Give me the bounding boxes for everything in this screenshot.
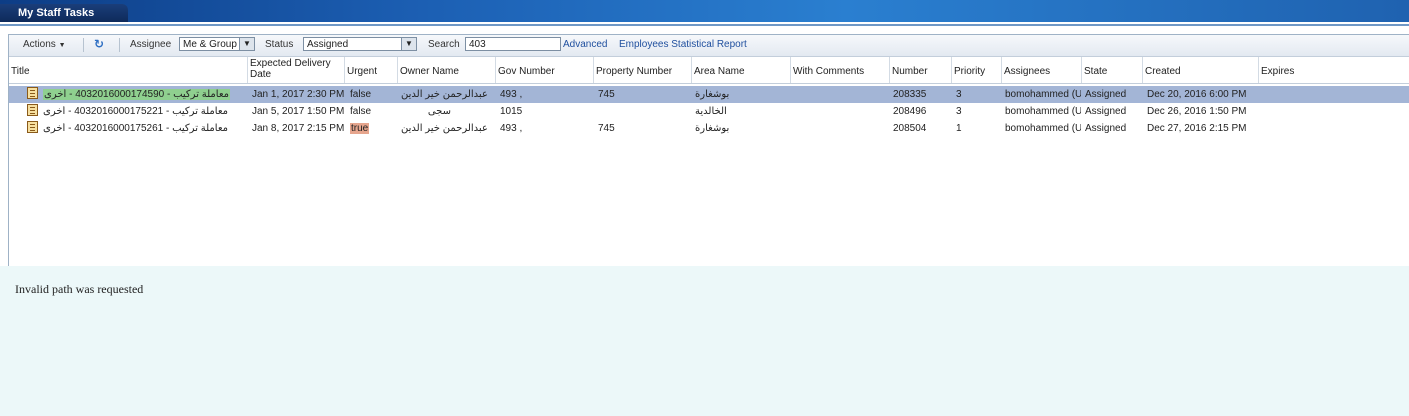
search-input[interactable]: 403 <box>465 37 561 51</box>
column-header-state[interactable]: State <box>1082 57 1143 83</box>
chevron-down-icon: ▼ <box>401 38 416 50</box>
status-label: Status <box>265 39 294 50</box>
cell-expected: Jan 5, 2017 1:50 PM <box>252 106 345 117</box>
cell-gov: 493 , <box>500 123 523 134</box>
cell-gov: 493 , <box>500 89 523 100</box>
cell-expected: Jan 1, 2017 2:30 PM <box>252 89 345 100</box>
refresh-icon[interactable]: ↻ <box>94 37 104 51</box>
cell-created: Dec 26, 2016 1:50 PM <box>1147 106 1247 117</box>
cell-created: Dec 20, 2016 6:00 PM <box>1147 89 1247 100</box>
cell-expected: Jan 8, 2017 2:15 PM <box>252 123 345 134</box>
cell-property: 745 <box>598 123 615 134</box>
assignee-select[interactable]: Me & Group ▼ <box>179 37 255 51</box>
cell-owner: عبدالرحمن خير الدين <box>401 123 488 134</box>
cell-title: معاملة تركيب - 4032016000175261 - أخرى <box>43 123 229 134</box>
cell-title: معاملة تركيب - 4032016000174590 - أخرى <box>43 89 231 100</box>
chevron-down-icon: ▼ <box>239 38 254 50</box>
cell-priority: 1 <box>956 123 962 134</box>
cell-number: 208504 <box>893 123 927 134</box>
task-list-panel: Actions ▼ ↻ Assignee Me & Group ▼ Status… <box>8 34 1409 267</box>
cell-number: 208335 <box>893 89 927 100</box>
task-icon <box>27 121 38 133</box>
column-header-gov-number[interactable]: Gov Number <box>496 57 594 83</box>
toolbar: Actions ▼ ↻ Assignee Me & Group ▼ Status… <box>9 35 1409 57</box>
cell-number: 208496 <box>893 106 927 117</box>
cell-area: بوشغارة <box>695 89 730 100</box>
cell-owner: سجى <box>427 106 451 117</box>
column-header-property-number[interactable]: Property Number <box>594 57 692 83</box>
actions-label: Actions <box>23 39 56 50</box>
toolbar-separator <box>83 38 84 52</box>
title-text: معاملة تركيب - 4032016000174590 - أخرى <box>43 89 231 100</box>
chevron-down-icon: ▼ <box>58 42 66 49</box>
task-icon <box>27 104 38 116</box>
toolbar-separator <box>119 38 120 52</box>
assignee-label: Assignee <box>130 39 172 50</box>
cell-property: 745 <box>598 89 615 100</box>
cell-area: بوشغارة <box>695 123 730 134</box>
actions-menu[interactable]: Actions ▼ <box>23 39 66 50</box>
cell-state: Assigned <box>1085 89 1127 100</box>
tab-title: My Staff Tasks <box>18 7 95 19</box>
search-label: Search <box>428 39 460 50</box>
table-header: Title Expected Delivery Date Urgent Owne… <box>9 57 1409 84</box>
column-header-expected-line1: Expected Delivery <box>250 58 331 69</box>
cell-area: الخالدية <box>695 106 727 117</box>
urgent-true-badge: true <box>350 123 370 134</box>
column-header-urgent[interactable]: Urgent <box>345 57 398 83</box>
cell-gov: 1015 <box>500 106 523 117</box>
advanced-link[interactable]: Advanced <box>563 39 607 50</box>
assignee-value: Me & Group <box>183 39 237 50</box>
column-header-expires[interactable]: Expires <box>1259 57 1409 83</box>
column-header-area-name[interactable]: Area Name <box>692 57 791 83</box>
cell-urgent: false <box>350 106 372 117</box>
column-header-created[interactable]: Created <box>1143 57 1259 83</box>
cell-priority: 3 <box>956 106 962 117</box>
tab-my-staff-tasks[interactable]: My Staff Tasks <box>0 4 128 22</box>
cell-assignees: bomohammed (U <box>1005 106 1081 117</box>
cell-urgent: true <box>350 123 370 134</box>
top-header-band <box>0 0 1409 22</box>
cell-title: معاملة تركيب - 4032016000175221 - أخرى <box>43 106 229 117</box>
table-row[interactable]: معاملة تركيب - 4032016000174590 - أخرى J… <box>9 86 1409 103</box>
column-header-expected-line2: Date <box>250 69 272 80</box>
status-select[interactable]: Assigned ▼ <box>303 37 417 51</box>
employees-statistical-report-link[interactable]: Employees Statistical Report <box>619 39 747 50</box>
cell-created: Dec 27, 2016 2:15 PM <box>1147 123 1247 134</box>
table-row[interactable]: معاملة تركيب - 4032016000175221 - أخرى J… <box>9 103 1409 120</box>
error-message: Invalid path was requested <box>15 282 144 296</box>
table-row[interactable]: معاملة تركيب - 4032016000175261 - أخرى J… <box>9 120 1409 137</box>
status-value: Assigned <box>307 39 349 50</box>
column-header-assignees[interactable]: Assignees <box>1002 57 1082 83</box>
task-icon <box>27 87 38 99</box>
search-value: 403 <box>469 39 486 50</box>
cell-state: Assigned <box>1085 123 1127 134</box>
column-header-title[interactable]: Title <box>9 57 248 83</box>
cell-assignees: bomohammed (U <box>1005 89 1081 100</box>
column-header-owner-name[interactable]: Owner Name <box>398 57 496 83</box>
cell-state: Assigned <box>1085 106 1127 117</box>
column-header-priority[interactable]: Priority <box>952 57 1002 83</box>
header-divider <box>0 24 1409 26</box>
column-header-expected-delivery-date[interactable]: Expected Delivery Date <box>248 57 345 83</box>
column-header-number[interactable]: Number <box>890 57 952 83</box>
cell-assignees: bomohammed (U <box>1005 123 1081 134</box>
cell-urgent: false <box>350 89 372 100</box>
cell-priority: 3 <box>956 89 962 100</box>
cell-owner: عبدالرحمن خير الدين <box>401 89 488 100</box>
detail-pane <box>0 266 1409 416</box>
column-header-with-comments[interactable]: With Comments <box>791 57 890 83</box>
